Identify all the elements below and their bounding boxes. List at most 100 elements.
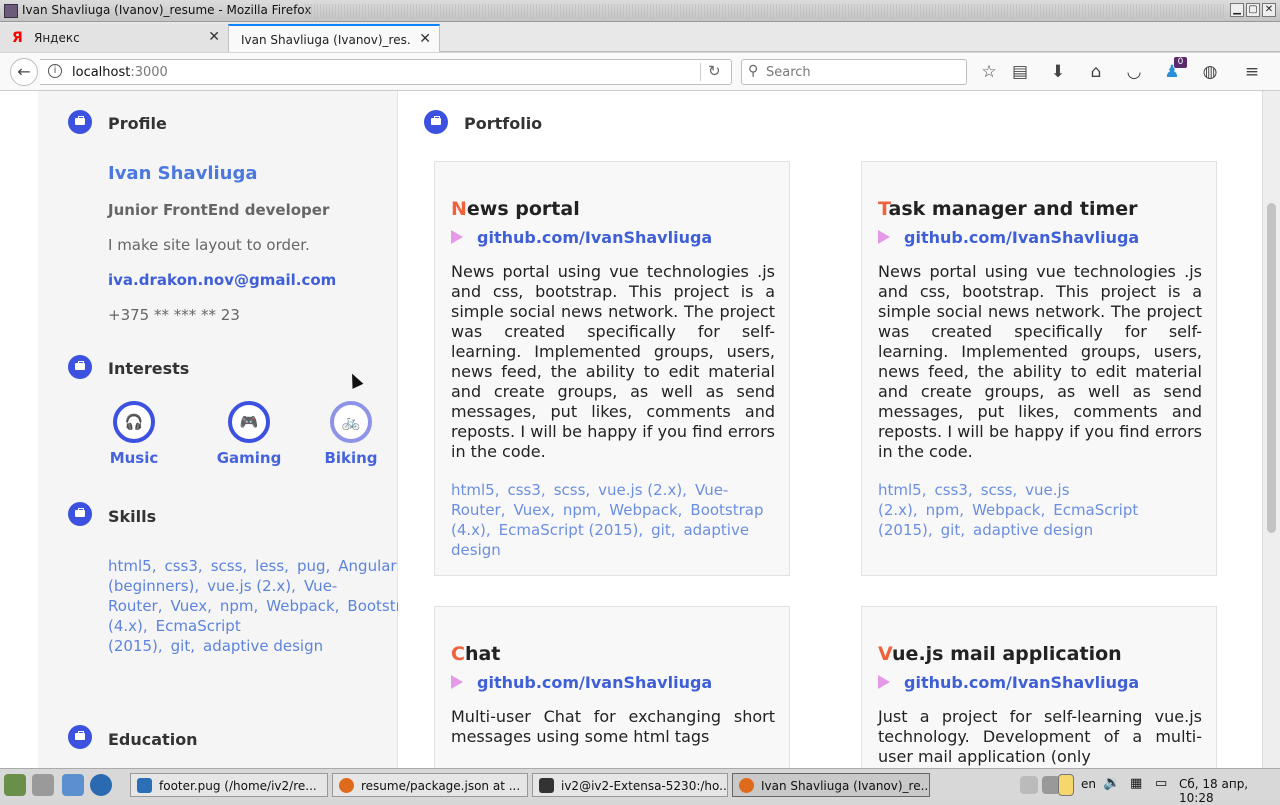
search-bar[interactable]: ⚲ Search [741, 59, 967, 85]
keyboard-layout[interactable]: en [1081, 777, 1096, 791]
card-title: News portal [451, 198, 580, 220]
maximize-button[interactable]: ▢ [1246, 3, 1260, 17]
skill-item: git, [170, 637, 195, 655]
globe-icon[interactable] [90, 774, 112, 796]
skill-item: pug, [296, 557, 331, 575]
tab-close-icon[interactable]: ✕ [208, 29, 220, 45]
interests-heading: Interests [108, 359, 190, 378]
card-github-link[interactable]: github.com/IvanShavliuga [451, 228, 712, 247]
terminal-icon [539, 778, 554, 793]
portfolio-heading: Portfolio [464, 114, 543, 133]
taskbar-task-package-json[interactable]: resume/package.json at ... [332, 773, 528, 797]
editor-icon [137, 778, 152, 793]
profile-heading: Profile [108, 114, 167, 133]
page-scrollbar[interactable] [1262, 91, 1280, 768]
card-title: Chat [451, 643, 501, 665]
scrollbar-thumb[interactable] [1267, 203, 1276, 533]
skill-item: less, [255, 557, 289, 575]
briefcase-icon [68, 110, 92, 134]
extension-badge: 0 [1174, 57, 1187, 68]
taskbar-task-resume[interactable]: Ivan Shavliuga (Ivanov)_re... [732, 773, 930, 797]
resume-sidebar: Profile Ivan Shavliuga Junior FrontEnd d… [38, 91, 421, 768]
firefox-icon [739, 778, 754, 793]
briefcase-icon [68, 502, 92, 526]
interest-biking: 🚲 Biking [311, 401, 391, 467]
skill-item: Vuex, [170, 597, 212, 615]
site-info-icon[interactable]: i [48, 64, 62, 78]
battery-icon[interactable]: ▭ [1155, 776, 1167, 791]
card-title: Task manager and timer [878, 198, 1138, 220]
skill-item: Webpack, [266, 597, 340, 615]
vpn-icon[interactable]: ◍ [1198, 61, 1222, 83]
back-button[interactable]: ← [10, 58, 38, 86]
profile-about: I make site layout to order. [108, 236, 310, 254]
pocket-icon[interactable]: ◡ [1122, 61, 1146, 83]
card-description: Just a project for self-learning vue.js … [878, 707, 1202, 766]
window-titlebar: Ivan Shavliuga (Ivanov)_resume - Mozilla… [0, 0, 1280, 22]
file-manager-icon[interactable] [32, 774, 54, 796]
url-text[interactable]: localhost:3000 [72, 65, 168, 80]
interest-gaming: 🎮 Gaming [209, 401, 289, 467]
os-taskbar: footer.pug (/home/iv2/re... resume/packa… [0, 768, 1280, 805]
tab-yandex[interactable]: Я Яндекс ✕ [0, 24, 228, 52]
tab-bar: Я Яндекс ✕ Ivan Shavliuga (Ivanov)_res..… [0, 22, 1280, 71]
skill-item: scss, [210, 557, 248, 575]
triangle-icon [878, 675, 890, 689]
url-bar[interactable]: i localhost:3000 ↻ [40, 59, 732, 85]
profile-phone: +375 ** *** ** 23 [108, 306, 240, 324]
home-icon[interactable]: ⌂ [1084, 61, 1108, 83]
profile-name: Ivan Shavliuga [108, 163, 258, 184]
briefcase-icon [424, 110, 448, 134]
tab-close-icon[interactable]: ✕ [419, 31, 431, 47]
clock[interactable]: Сб, 18 апр, 10:28 [1179, 777, 1280, 805]
firefox-app-icon [4, 4, 18, 18]
headphones-icon: 🎧 [113, 401, 155, 443]
url-separator [700, 63, 701, 81]
menu-icon[interactable]: ≡ [1240, 61, 1264, 83]
minimize-button[interactable]: ▁ [1230, 3, 1244, 17]
clipboard-icon[interactable] [1058, 774, 1074, 796]
reload-icon[interactable]: ↻ [708, 62, 721, 80]
reading-list-icon[interactable]: ▤ [1008, 61, 1032, 83]
card-github-link[interactable]: github.com/IvanShavliuga [878, 673, 1139, 692]
titlebar-decoration [305, 4, 1225, 18]
interest-label: Music [109, 449, 159, 467]
network-icon[interactable]: ▦ [1130, 776, 1142, 791]
arrow-left-icon: ← [17, 62, 31, 81]
close-window-button[interactable]: ✕ [1262, 3, 1276, 17]
taskbar-task-terminal[interactable]: iv2@iv2-Extensa-5230:/ho... [532, 773, 728, 797]
card-description: News portal using vue technologies .js a… [451, 262, 775, 461]
tab-resume[interactable]: Ivan Shavliuga (Ivanov)_res... ✕ [228, 24, 440, 52]
triangle-icon [451, 675, 463, 689]
card-description: Multi-user Chat for exchanging short mes… [451, 707, 775, 746]
keyboard-icon[interactable] [1020, 776, 1038, 794]
card-github-link[interactable]: github.com/IvanShavliuga [878, 228, 1139, 247]
card-tags: html5, css3, scss, vue.js (2.x), npm, Webpack… [878, 481, 1139, 539]
navigation-toolbar: ← i localhost:3000 ↻ ⚲ Search ☆ ▤ ⬇ ⌂ ◡ … [0, 53, 1280, 91]
skills-heading: Skills [108, 507, 157, 526]
portfolio-card-vue-mail: Vue.js mail application github.com/IvanS… [861, 606, 1217, 768]
interest-music: 🎧 Music [94, 401, 174, 467]
profile-email-link[interactable]: iva.drakon.nov@gmail.com [108, 271, 336, 289]
search-icon: ⚲ [748, 63, 759, 79]
profile-role: Junior FrontEnd developer [108, 201, 330, 219]
briefcase-icon [68, 355, 92, 379]
star-icon[interactable]: ☆ [977, 61, 1001, 83]
skill-item: css3, [164, 557, 203, 575]
tab-label: Ivan Shavliuga (Ivanov)_res... [241, 33, 411, 47]
yandex-favicon-icon: Я [12, 30, 23, 46]
start-menu-icon[interactable] [4, 774, 26, 796]
education-heading: Education [108, 730, 198, 749]
volume-icon[interactable]: 🔉 [1103, 775, 1120, 791]
download-icon[interactable]: ⬇ [1046, 61, 1070, 83]
triangle-icon [878, 230, 890, 244]
bike-icon: 🚲 [330, 401, 372, 443]
documents-icon[interactable] [62, 774, 84, 796]
search-input[interactable]: Search [766, 65, 811, 80]
card-tags: html5, css3, scss, vue.js (2.x), Vue-Router,… [451, 481, 764, 559]
card-github-link[interactable]: github.com/IvanShavliuga [451, 673, 712, 692]
taskbar-task-footer-pug[interactable]: footer.pug (/home/iv2/re... [130, 773, 328, 797]
skill-item: npm, [219, 597, 259, 615]
skill-item: html5, [108, 557, 157, 575]
triangle-icon [451, 230, 463, 244]
